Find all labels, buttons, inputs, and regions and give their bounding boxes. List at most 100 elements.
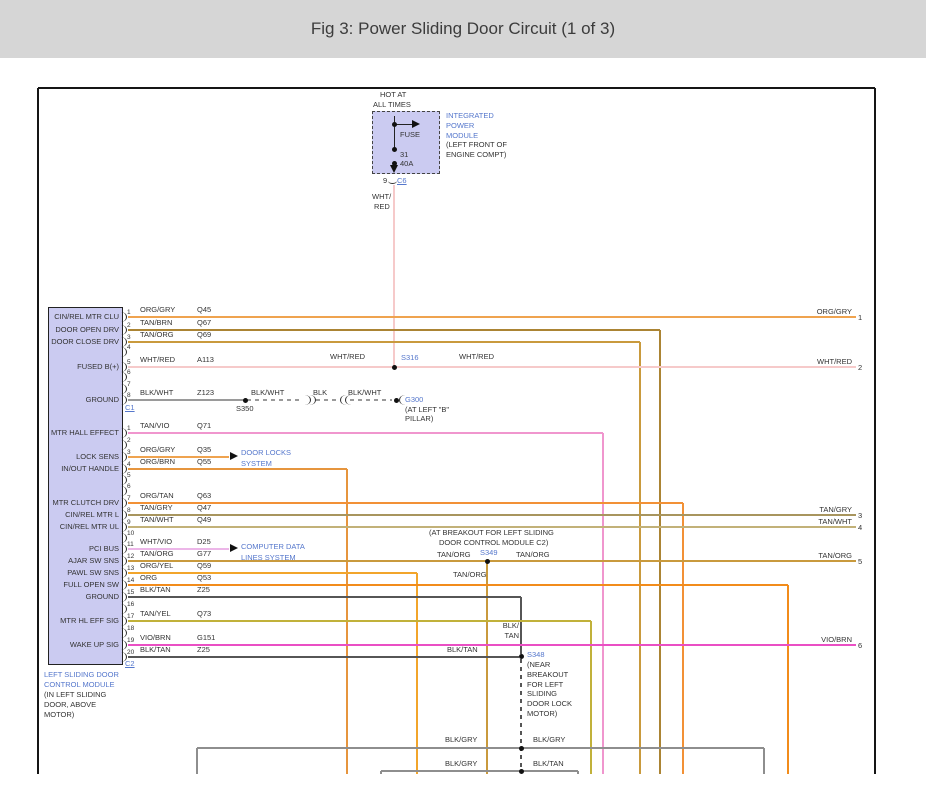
wire-blk-dash: [316, 399, 338, 401]
ground-g300-link[interactable]: G300: [405, 395, 423, 405]
diagram-label: ORG/BRN: [140, 457, 176, 466]
connector-c2-pins-number: 10: [127, 530, 135, 537]
connector-c6-link[interactable]: C6: [397, 176, 407, 186]
wire-org-q53: [787, 585, 789, 774]
diagram-label: CIN/REL MTR UL: [59, 522, 119, 531]
diagram-label: ENGINE COMPT): [446, 150, 507, 159]
diagram-label: BLK/WHT: [348, 388, 382, 397]
connector-c2-pins-number: 1: [127, 425, 131, 432]
connector-c2-link[interactable]: C2: [125, 659, 135, 669]
diagram-label[interactable]: SYSTEM: [241, 459, 272, 469]
diagram-label[interactable]: LINES SYSTEM: [241, 553, 296, 563]
diagram-label: BLK/TAN: [533, 759, 564, 768]
diagram-label: BLK/GRY: [445, 735, 478, 744]
splice-s316-link[interactable]: S316: [401, 353, 419, 363]
wire-tan-yel-q73: [128, 620, 591, 622]
wire-wht-red-a113: [128, 366, 856, 368]
diagram-label: D25: [197, 537, 211, 546]
wire-blk-gry-bridge: [196, 748, 198, 774]
diagram-label: WHT/: [372, 192, 392, 201]
door-locks-system-link[interactable]: DOOR LOCKS: [241, 448, 291, 458]
wire-org-tan-q63: [128, 502, 683, 504]
wire-blk-wht-z123: [128, 399, 245, 401]
splice-s350-dot: [242, 397, 248, 403]
wire-blk-gry-blk-tan-bridge: [577, 771, 579, 774]
frame-left: [37, 88, 39, 774]
computer-data-lines-system-link[interactable]: COMPUTER DATA: [241, 542, 305, 552]
diagram-label: ORG/GRY: [816, 307, 852, 316]
fuse-node-mid: [391, 146, 397, 152]
diagram-label: FUSED B(+): [77, 362, 119, 371]
wire-blk-gry-blk-tan-bridge: [381, 770, 578, 772]
diagram-label: DOOR CONTROL MODULE C2): [439, 538, 549, 547]
diagram-label: AJAR SW SNS: [68, 556, 119, 565]
left-sliding-door-control-module-box: [48, 307, 123, 665]
wire-blk-wht-dash-1: [247, 399, 303, 401]
diagram-label: TAN/WHT: [140, 515, 174, 524]
fuse-stem-top: [393, 116, 395, 149]
diagram-label: TAN/BRN: [140, 318, 173, 327]
diagram-label: Z25: [197, 585, 210, 594]
diagram-label: WAKE UP SIG: [69, 640, 119, 649]
diagram-label: TAN/ORG: [818, 551, 852, 560]
wire-org-brn-q55: [128, 468, 347, 470]
diagram-label: Q45: [197, 305, 212, 314]
diagram-label: TAN/ORG: [516, 550, 550, 559]
door-locks-arrow: [230, 452, 238, 460]
diagram-label: ORG/GRY: [140, 305, 176, 314]
diagram-label: MTR CLUTCH DRV: [52, 498, 119, 507]
diagram-label: TAN/ORG: [453, 570, 487, 579]
exit-wire-3: 3: [858, 511, 863, 520]
wiring-diagram-page: Fig 3: Power Sliding Door Circuit (1 of …: [0, 0, 926, 808]
computer-data-arrow: [230, 544, 238, 552]
diagram-label: Q71: [197, 421, 212, 430]
splice-s348-link[interactable]: S348: [527, 650, 545, 660]
splice-blk-gry-dot: [518, 745, 524, 751]
connector-c2-pins-number: 20: [127, 649, 135, 656]
diagram-label: CIN/REL MTR CLU: [54, 312, 119, 321]
splice-s349-link[interactable]: S349: [480, 548, 498, 558]
left-sliding-door-control-module-link[interactable]: LEFT SLIDING DOOR: [44, 670, 119, 680]
diagram-label: BLK/TAN: [140, 585, 171, 594]
c6-pin-number: 9: [383, 176, 388, 185]
diagram-label: WHT/RED: [140, 355, 175, 364]
diagram-label: Q59: [197, 561, 212, 570]
fuse-label: FUSE: [400, 130, 421, 139]
wire-blk-gry-bridge: [197, 747, 764, 749]
connector-c1-pins-number: 7: [127, 381, 131, 388]
connector-c1-pins-number: 2: [127, 322, 131, 329]
wire-vio-brn-g151: [128, 644, 856, 646]
wire-tan-org-q69: [128, 341, 640, 343]
diagram-label: RED: [374, 202, 390, 211]
diagram-label: (IN LEFT SLIDING: [44, 690, 107, 699]
splice-s349-dot: [484, 558, 490, 564]
splice-blk-tan-dot: [518, 768, 524, 774]
wire-tan-org-g77: [128, 560, 856, 562]
connector-c1-pins-number: 6: [127, 369, 131, 376]
diagram-label: TAN: [504, 631, 519, 640]
diagram-label: G77: [197, 549, 212, 558]
wire-blk-gry-bridge: [763, 748, 765, 774]
diagram-label: ORG/GRY: [140, 445, 176, 454]
splice-s316-dot: [391, 364, 397, 370]
wire-blk-tan-z25-pin20: [128, 656, 519, 658]
connector-c1-link[interactable]: C1: [125, 403, 135, 413]
connector-c1-pins-number: 4: [127, 344, 131, 351]
diagram-label: BLK/TAN: [140, 645, 171, 654]
exit-wire-4: 4: [858, 523, 863, 532]
diagram-label: Z123: [197, 388, 215, 397]
connector-c2-pins-number: 4: [127, 461, 131, 468]
diagram-label: BLK/WHT: [251, 388, 285, 397]
diagram-label: BLK/WHT: [140, 388, 174, 397]
diagram-label[interactable]: CONTROL MODULE: [44, 680, 115, 690]
wire-tan-vio-q71: [128, 432, 603, 434]
integrated-power-module-link[interactable]: INTEGRATED: [446, 111, 494, 121]
wire-org-yel-q59: [128, 572, 417, 574]
fuse-node-top: [391, 121, 397, 127]
diagram-label: GROUND: [85, 592, 119, 601]
diagram-label[interactable]: POWER: [446, 121, 474, 131]
diagram-label: BLK: [313, 388, 328, 397]
diagram-label: TAN/WHT: [818, 517, 852, 526]
wire-wht-red-fuse-drop: [393, 185, 395, 367]
ground-g300-dot: [393, 397, 399, 403]
